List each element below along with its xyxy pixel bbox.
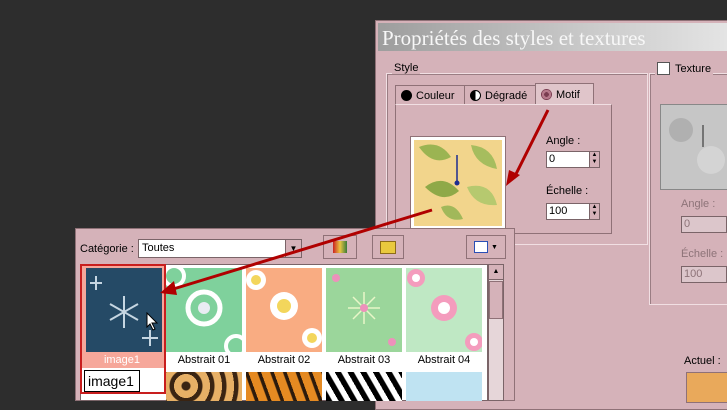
arrow-to-preview bbox=[512, 109, 550, 179]
arrow-to-thumbnail bbox=[169, 208, 433, 292]
annotation-arrows bbox=[160, 109, 550, 295]
arrow-head bbox=[160, 281, 177, 295]
